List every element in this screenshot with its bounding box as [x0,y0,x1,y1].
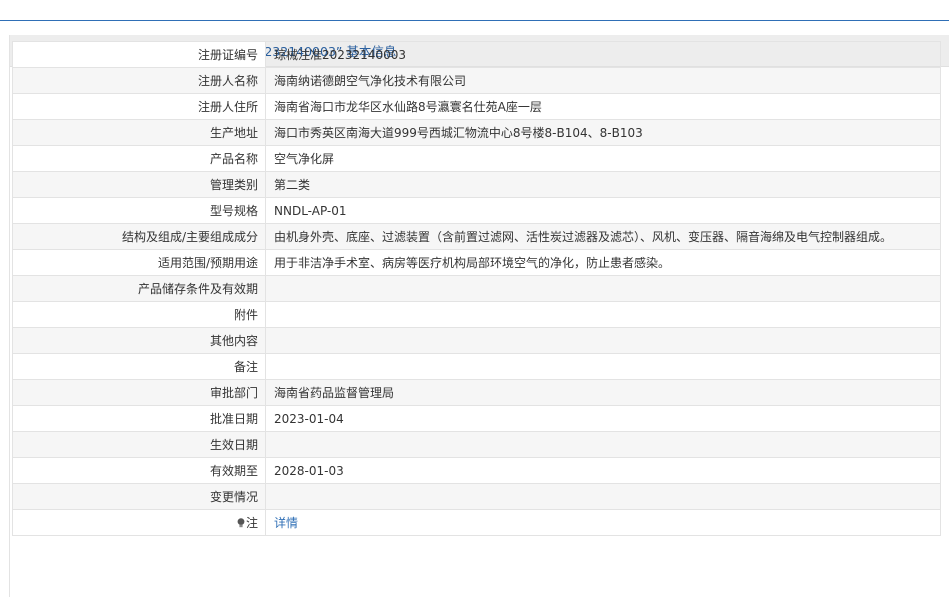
note-value-cell: 详情 [265,509,941,536]
row-value [265,431,941,458]
row-label: 适用范围/预期用途 [12,249,266,276]
row-value [265,483,941,510]
table-row: 生产地址 海口市秀英区南海大道999号西城汇物流中心8号楼8-B104、8-B1… [12,119,941,146]
table-row: 生效日期 [12,431,941,458]
row-label: 附件 [12,301,266,328]
row-value: 2023-01-04 [265,405,941,432]
table-row: 变更情况 [12,483,941,510]
row-label: 注册人名称 [12,67,266,94]
row-value: 海口市秀英区南海大道999号西城汇物流中心8号楼8-B104、8-B103 [265,119,941,146]
row-label: 产品名称 [12,145,266,172]
table-row: 其他内容 [12,327,941,354]
table-row: 注册人住所 海南省海口市龙华区水仙路8号瀛寰名仕苑A座一层 [12,93,941,120]
row-value: 2028-01-03 [265,457,941,484]
row-label: 型号规格 [12,197,266,224]
registration-info-table: 注册证编号 琼械注准20232140003 注册人名称 海南纳诺德朗空气净化技术… [12,41,941,536]
table-row: 产品名称 空气净化屏 [12,145,941,172]
details-link[interactable]: 详情 [274,516,298,530]
row-value: 海南省药品监督管理局 [265,379,941,406]
table-row: 管理类别 第二类 [12,171,941,198]
table-row: 注册证编号 琼械注准20232140003 [12,41,941,68]
row-value [265,327,941,354]
row-label: 其他内容 [12,327,266,354]
row-label: 产品储存条件及有效期 [12,275,266,302]
table-row: 审批部门 海南省药品监督管理局 [12,379,941,406]
row-value [265,301,941,328]
row-value: 海南纳诺德朗空气净化技术有限公司 [265,67,941,94]
row-value: 海南省海口市龙华区水仙路8号瀛寰名仕苑A座一层 [265,93,941,120]
row-value: NNDL-AP-01 [265,197,941,224]
row-value [265,353,941,380]
row-label: 注册证编号 [12,41,266,68]
table-row: 适用范围/预期用途 用于非洁净手术室、病房等医疗机构局部环境空气的净化，防止患者… [12,249,941,276]
table-row: 结构及组成/主要组成成分 由机身外壳、底座、过滤装置（含前置过滤网、活性炭过滤器… [12,223,941,250]
note-label-cell: 注 [12,509,266,536]
table-row: 有效期至 2028-01-03 [12,457,941,484]
row-value: 空气净化屏 [265,145,941,172]
row-value: 用于非洁净手术室、病房等医疗机构局部环境空气的净化，防止患者感染。 [265,249,941,276]
row-value: 由机身外壳、底座、过滤装置（含前置过滤网、活性炭过滤器及滤芯）、风机、变压器、隔… [265,223,941,250]
table-row: 附件 [12,301,941,328]
row-label: 生产地址 [12,119,266,146]
row-label: 结构及组成/主要组成成分 [12,223,266,250]
row-value: 琼械注准20232140003 [265,41,941,68]
lightbulb-icon [237,518,245,528]
row-label: 批准日期 [12,405,266,432]
top-divider [0,20,949,21]
row-label: 管理类别 [12,171,266,198]
row-label: 生效日期 [12,431,266,458]
table-row: 产品储存条件及有效期 [12,275,941,302]
table-row: 注册人名称 海南纳诺德朗空气净化技术有限公司 [12,67,941,94]
table-row: 批准日期 2023-01-04 [12,405,941,432]
row-label: 备注 [12,353,266,380]
row-label: 有效期至 [12,457,266,484]
row-value [265,275,941,302]
table-row: 型号规格 NNDL-AP-01 [12,197,941,224]
table-row-note: 注 详情 [12,509,941,536]
row-label: 变更情况 [12,483,266,510]
row-label: 注册人住所 [12,93,266,120]
row-value: 第二类 [265,171,941,198]
table-row: 备注 [12,353,941,380]
row-label: 审批部门 [12,379,266,406]
note-label: 注 [245,516,258,530]
